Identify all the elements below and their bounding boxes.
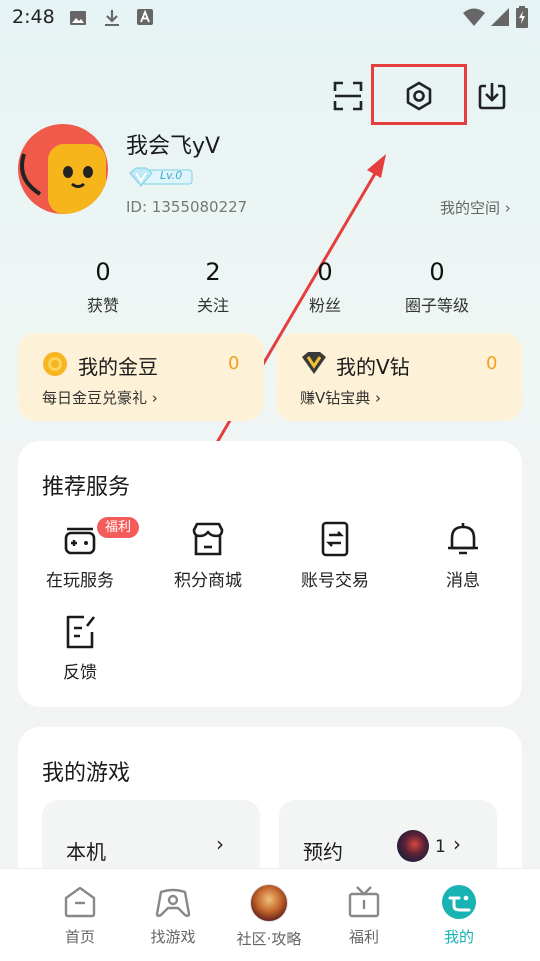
services-title: 推荐服务 — [42, 475, 131, 500]
bell-icon — [443, 520, 483, 560]
service-messages[interactable]: 消息 — [408, 520, 518, 591]
diamond-title: 我的V钻 — [336, 355, 410, 379]
local-games-label: 本机 — [66, 840, 106, 864]
user-name: 我会飞yV — [126, 134, 221, 159]
diamond-sub-link[interactable]: 赚V钻宝典 › — [300, 387, 381, 408]
nav-label: 找游戏 — [150, 928, 196, 946]
stat-fans[interactable]: 0 粉丝 — [270, 258, 380, 316]
stat-label: 获赞 — [86, 296, 119, 315]
v-diamond-gold-icon — [302, 352, 326, 374]
stat-value: 0 — [95, 258, 111, 286]
chevron-right-icon: › — [453, 832, 461, 856]
service-label: 消息 — [446, 571, 480, 591]
nav-find-games[interactable]: 找游戏 — [119, 884, 227, 947]
v-diamond-card[interactable]: 我的V钻 0 赚V钻宝典 › — [276, 333, 522, 421]
gold-bean-card[interactable]: 我的金豆 0 每日金豆兑豪礼 › — [18, 333, 264, 421]
nav-label: 社区·攻略 — [236, 930, 302, 948]
home-icon — [64, 886, 96, 918]
level-badge: Lv.0 — [128, 167, 193, 187]
stat-circle-level[interactable]: 0 圈子等级 — [382, 258, 492, 316]
nav-home[interactable]: 首页 — [26, 884, 134, 947]
stat-value: 2 — [205, 258, 221, 286]
chevron-right-icon: › — [216, 832, 224, 856]
reserved-count: 1 — [435, 837, 446, 857]
nav-mine[interactable]: 我的 — [405, 884, 513, 947]
gamepad-icon — [60, 520, 100, 560]
gold-value: 0 — [228, 353, 240, 374]
nav-label: 我的 — [443, 928, 474, 946]
nav-community[interactable]: 社区·攻略 — [215, 884, 323, 949]
service-account-trade[interactable]: 账号交易 — [280, 520, 390, 591]
nav-label: 首页 — [64, 928, 95, 946]
stat-following[interactable]: 2 关注 — [158, 258, 268, 316]
my-games-title: 我的游戏 — [42, 761, 131, 786]
gift-icon — [348, 886, 380, 918]
community-avatar-icon — [250, 884, 288, 922]
service-label: 账号交易 — [301, 571, 369, 591]
welfare-badge: 福利 — [97, 517, 140, 538]
gold-coin-icon — [43, 352, 67, 376]
nav-label: 福利 — [348, 928, 379, 946]
diamond-value: 0 — [486, 353, 498, 374]
stat-value: 0 — [317, 258, 333, 286]
avatar[interactable] — [18, 124, 108, 214]
game-thumbnail-icon — [397, 830, 429, 862]
service-feedback[interactable]: 反馈 — [25, 612, 135, 683]
stat-label: 圈子等级 — [404, 296, 469, 315]
service-points-mall[interactable]: 积分商城 — [153, 520, 263, 591]
user-id: ID: 1355080227 — [126, 198, 248, 216]
feedback-icon — [60, 612, 100, 652]
my-space-link[interactable]: 我的空间 › — [440, 197, 511, 218]
level-text: Lv.0 — [160, 169, 183, 182]
reserved-games-label: 预约 — [303, 840, 343, 864]
stat-likes[interactable]: 0 获赞 — [48, 258, 158, 316]
gold-sub-link[interactable]: 每日金豆兑豪礼 › — [42, 387, 158, 408]
stat-label: 粉丝 — [308, 296, 341, 315]
service-label: 积分商城 — [174, 571, 242, 591]
stat-label: 关注 — [196, 296, 229, 315]
nav-welfare[interactable]: 福利 — [310, 884, 418, 947]
controller-icon — [155, 888, 191, 917]
mine-icon — [442, 885, 476, 919]
gold-title: 我的金豆 — [78, 355, 158, 379]
exchange-icon — [315, 520, 355, 560]
service-label: 在玩服务 — [46, 571, 114, 591]
service-label: 反馈 — [63, 663, 97, 683]
store-icon — [188, 520, 228, 560]
stat-value: 0 — [429, 258, 445, 286]
